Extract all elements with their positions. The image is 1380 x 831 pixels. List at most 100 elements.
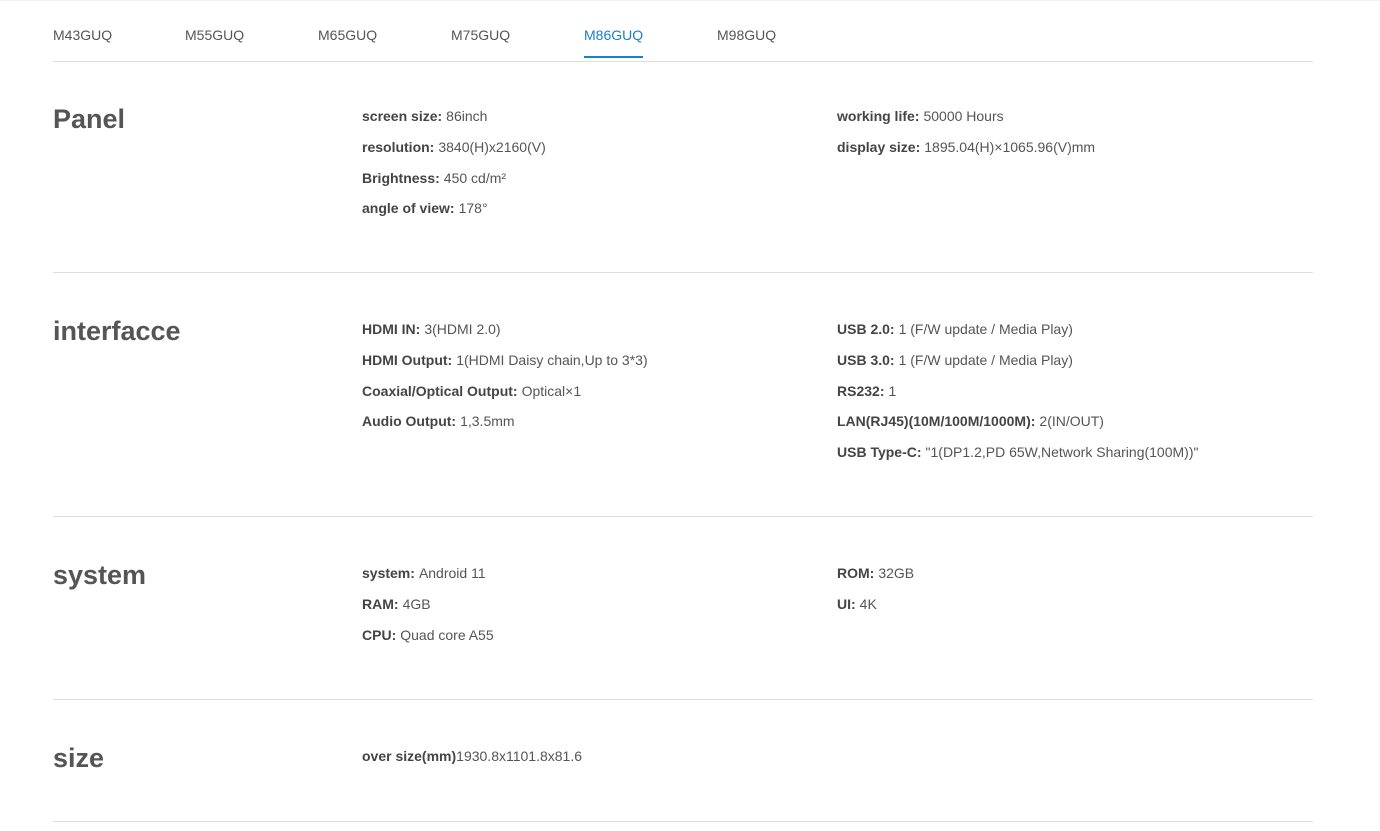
- tab-m98guq[interactable]: M98GUQ: [717, 26, 776, 58]
- spec-key: UI: [837, 595, 851, 612]
- spec-key: working life: [837, 108, 915, 124]
- spec-sep: :: [435, 169, 440, 186]
- spec-value: 3(HDMI 2.0): [424, 321, 501, 337]
- spec-working-life: working life: 50000 Hours: [837, 107, 1095, 125]
- spec-rom: ROM: 32GB: [837, 564, 914, 582]
- spec-rs232: RS232: 1: [837, 382, 1198, 400]
- spec-over-size: over size(mm)1930.8x1101.8x81.6: [362, 747, 582, 765]
- spec-angle-of-view: angle of view: 178°: [362, 199, 546, 217]
- tab-m43guq[interactable]: M43GUQ: [53, 26, 112, 58]
- tab-m65guq[interactable]: M65GUQ: [318, 26, 377, 58]
- spec-key: screen size: [362, 108, 438, 124]
- section-title-system: system: [53, 560, 147, 590]
- spec-key: Brightness: [362, 169, 436, 186]
- interface-section: interfacce HDMI IN: 3(HDMI 2.0) HDMI Outp…: [53, 273, 1313, 517]
- spec-key: ROM: [837, 565, 870, 581]
- spec-sep: :: [889, 351, 895, 368]
- model-tabs: M43GUQ M55GUQ M65GUQ M75GUQ M86GUQ M98GU…: [53, 0, 1313, 62]
- spec-value: 178°: [458, 200, 488, 217]
- spec-key: Audio Output: [362, 413, 452, 430]
- spec-sep: :: [915, 138, 921, 155]
- spec-ram: RAM: 4GB: [362, 595, 494, 613]
- spec-key: angle of view: [362, 200, 450, 217]
- spec-key: RAM: [362, 595, 394, 612]
- spec-sep: :: [869, 565, 875, 581]
- tab-m86guq[interactable]: M86GUQ: [584, 26, 644, 58]
- spec-brightness: Brightness: 450 cd/m²: [362, 169, 546, 187]
- spec-sep: :: [449, 200, 455, 217]
- spec-screen-size: screen size: 86inch: [362, 107, 546, 125]
- spec-sep: :: [851, 595, 856, 612]
- spec-value: 1 (F/W update / Media Play): [898, 321, 1073, 337]
- spec-value: 4K: [859, 595, 877, 612]
- spec-display-size: display size: 1895.04(H)×1065.96(V)mm: [837, 138, 1095, 156]
- system-specs-right: ROM: 32GB UI: 4K: [837, 564, 914, 626]
- spec-key: USB 2.0: [837, 321, 890, 337]
- spec-system: system: Android 11: [362, 564, 494, 582]
- section-title-size: size: [53, 743, 105, 773]
- spec-value: 1930.8x1101.8x81.6: [456, 748, 583, 764]
- size-section: size over size(mm)1930.8x1101.8x81.6: [53, 700, 1313, 822]
- spec-value: 50000 Hours: [923, 108, 1004, 124]
- spec-value: Optical×1: [521, 382, 582, 399]
- spec-key: LAN(RJ45)(10M/100M/1000M): [837, 413, 1031, 430]
- spec-value: 450 cd/m²: [443, 169, 507, 186]
- spec-value: 4GB: [402, 595, 431, 612]
- spec-value: 1,3.5mm: [460, 413, 515, 430]
- spec-coaxial-optical-output: Coaxial/Optical Output: Optical×1: [362, 382, 648, 400]
- spec-key: display size: [837, 138, 916, 155]
- section-title-panel: Panel: [53, 104, 126, 134]
- spec-key: over size(mm): [362, 748, 457, 764]
- spec-cpu: CPU: Quad core A55: [362, 626, 494, 644]
- spec-sep: :: [916, 444, 922, 461]
- spec-key: RS232: [837, 382, 880, 399]
- spec-sep: :: [879, 382, 885, 399]
- interface-specs-left: HDMI IN: 3(HDMI 2.0) HDMI Output: 1(HDMI D…: [362, 320, 648, 443]
- spec-sep: :: [437, 108, 443, 124]
- spec-sep: :: [447, 351, 453, 368]
- interface-specs-right: USB 2.0: 1 (F/W update / Media Play) USB …: [837, 320, 1198, 474]
- spec-usb-3: USB 3.0: 1 (F/W update / Media Play): [837, 351, 1198, 369]
- size-specs-left: over size(mm)1930.8x1101.8x81.6: [362, 747, 582, 778]
- spec-hdmi-output: HDMI Output: 1(HDMI Daisy chain,Up to 3*3…: [362, 351, 648, 369]
- spec-lan: LAN(RJ45)(10M/100M/1000M): 2(IN/OUT): [837, 412, 1198, 430]
- spec-resolution: resolution: 3840(H)x2160(V): [362, 138, 546, 156]
- spec-value: Quad core A55: [400, 626, 494, 643]
- spec-key: USB 3.0: [837, 351, 890, 368]
- spec-key: Coaxial/Optical Output: [362, 382, 513, 399]
- spec-usb-2: USB 2.0: 1 (F/W update / Media Play): [837, 320, 1198, 338]
- spec-key: system: [362, 565, 411, 581]
- spec-usb-type-c: USB Type-C: "1(DP1.2,PD 65W,Network Shari…: [837, 443, 1198, 461]
- spec-sep: :: [889, 321, 895, 337]
- spec-value: 32GB: [878, 565, 915, 581]
- system-section: system system: Android 11 RAM: 4GB CPU: Qua…: [53, 517, 1313, 700]
- spec-sep: :: [391, 626, 397, 643]
- spec-value: 86inch: [446, 108, 488, 124]
- spec-hdmi-in: HDMI IN: 3(HDMI 2.0): [362, 320, 648, 338]
- spec-key: USB Type-C: [837, 444, 917, 461]
- spec-key: HDMI Output: [362, 351, 448, 368]
- spec-key: CPU: [362, 626, 392, 643]
- section-title-interface: interfacce: [53, 316, 181, 346]
- spec-audio-output: Audio Output: 1,3.5mm: [362, 412, 648, 430]
- spec-value: 1 (F/W update / Media Play): [898, 351, 1073, 368]
- spec-value: 1(HDMI Daisy chain,Up to 3*3): [456, 351, 648, 368]
- spec-sep: :: [512, 382, 518, 399]
- spec-key: HDMI IN: [362, 321, 416, 337]
- system-specs-left: system: Android 11 RAM: 4GB CPU: Quad core …: [362, 564, 494, 656]
- spec-sep: :: [410, 565, 415, 581]
- tab-m55guq[interactable]: M55GUQ: [185, 26, 244, 58]
- spec-value: 1: [888, 382, 897, 399]
- spec-sep: :: [1030, 413, 1036, 430]
- spec-sep: :: [914, 108, 920, 124]
- spec-value: 1895.04(H)×1065.96(V)mm: [924, 138, 1096, 155]
- spec-ui: UI: 4K: [837, 595, 914, 613]
- panel-specs-right: working life: 50000 Hours display size: 18…: [837, 107, 1095, 169]
- spec-sep: :: [451, 413, 457, 430]
- spec-value: 2(IN/OUT): [1039, 413, 1104, 430]
- tab-m75guq[interactable]: M75GUQ: [451, 26, 510, 58]
- panel-section: Panel screen size: 86inch resolution: 3840…: [53, 61, 1313, 273]
- spec-key: resolution: [362, 138, 430, 155]
- spec-value: Android 11: [418, 565, 486, 581]
- panel-specs-left: screen size: 86inch resolution: 3840(H)x21…: [362, 107, 546, 230]
